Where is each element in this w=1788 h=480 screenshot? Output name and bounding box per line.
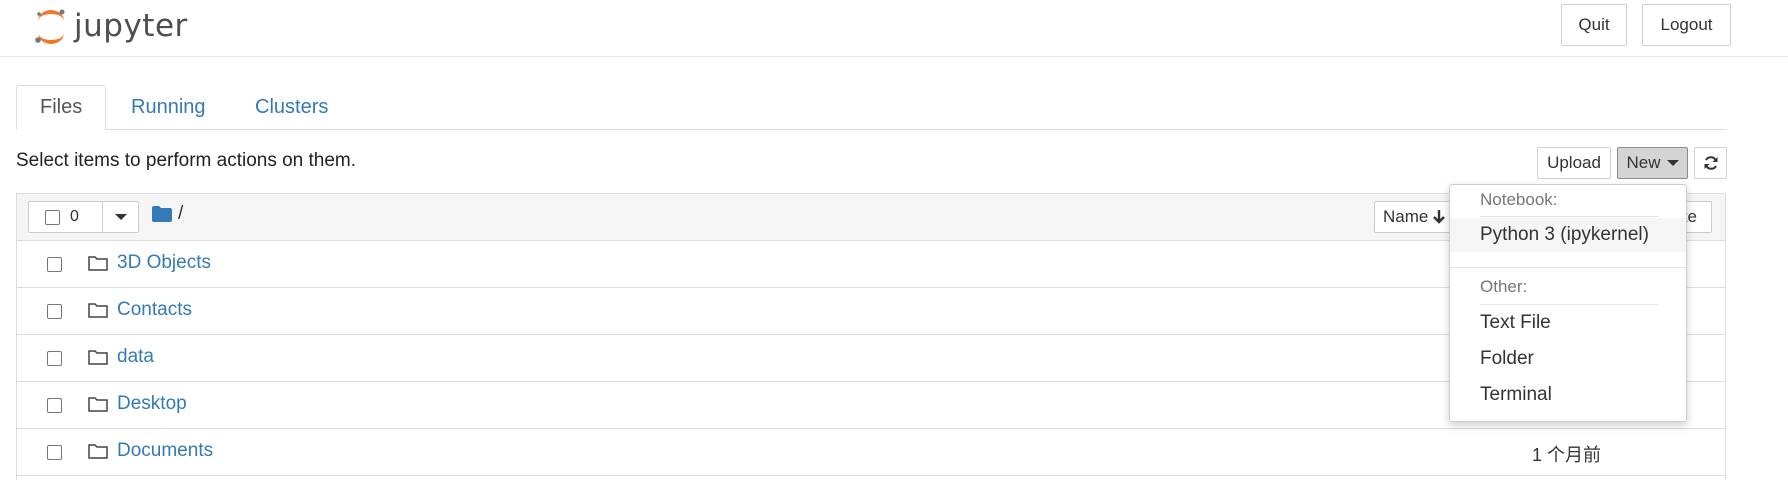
new-dropdown-menu: Notebook: Python 3 (ipykernel) Other: Te…: [1449, 184, 1687, 422]
jupyter-logo-icon: [35, 9, 65, 44]
item-checkbox[interactable]: [47, 257, 62, 272]
item-checkbox[interactable]: [47, 351, 62, 366]
tab-files[interactable]: Files: [16, 85, 107, 130]
folder-outline-icon: [88, 256, 108, 271]
item-name-link[interactable]: data: [117, 346, 154, 368]
select-all-toggle[interactable]: 0: [29, 202, 103, 232]
folder-outline-icon: [88, 303, 108, 318]
select-dropdown-button[interactable]: [103, 202, 138, 232]
menu-item-python3-kernel[interactable]: Python 3 (ipykernel): [1450, 218, 1686, 252]
selection-hint: Select items to perform actions on them.: [16, 150, 357, 171]
quit-button[interactable]: Quit: [1561, 4, 1627, 46]
menu-header-other: Other:: [1480, 277, 1528, 296]
refresh-button[interactable]: [1694, 147, 1727, 179]
tab-running[interactable]: Running: [108, 85, 229, 130]
item-name-link[interactable]: Documents: [117, 440, 213, 462]
new-button-label: New: [1626, 153, 1661, 172]
select-all-checkbox[interactable]: [45, 209, 60, 225]
list-item[interactable]: Documents 1 个月前: [16, 429, 1726, 476]
folder-icon[interactable]: [152, 206, 172, 227]
new-button[interactable]: New: [1617, 147, 1688, 179]
menu-item-text-file[interactable]: Text File: [1450, 306, 1686, 340]
folder-outline-icon: [88, 444, 108, 459]
item-name-link[interactable]: 3D Objects: [117, 252, 211, 274]
item-name-link[interactable]: Contacts: [117, 299, 192, 321]
menu-item-folder[interactable]: Folder: [1450, 342, 1686, 376]
item-checkbox[interactable]: [47, 398, 62, 413]
menu-header-underline: [1480, 304, 1658, 305]
breadcrumb-root[interactable]: /: [178, 203, 183, 225]
folder-outline-icon: [88, 397, 108, 412]
item-checkbox[interactable]: [47, 304, 62, 319]
logout-button[interactable]: Logout: [1642, 4, 1731, 46]
select-all-group[interactable]: 0: [28, 201, 139, 233]
folder-outline-icon: [88, 350, 108, 365]
sort-by-name-button[interactable]: Name: [1374, 201, 1456, 233]
item-modified: 1 个月前: [1532, 445, 1602, 465]
logo-text: jupyter: [74, 8, 188, 44]
refresh-icon: [1704, 156, 1717, 170]
menu-item-terminal[interactable]: Terminal: [1450, 378, 1686, 412]
selected-count: 0: [70, 208, 79, 225]
menu-header-notebook: Notebook:: [1480, 190, 1558, 209]
sort-name-label: Name: [1383, 207, 1429, 226]
sort-arrow-down-icon: [1433, 210, 1446, 224]
tab-clusters[interactable]: Clusters: [232, 85, 351, 130]
header-bar: [0, 0, 1788, 57]
upload-button[interactable]: Upload: [1537, 147, 1611, 179]
jupyter-logo[interactable]: jupyter: [34, 6, 188, 46]
caret-down-icon: [114, 214, 127, 220]
menu-header-underline: [1480, 216, 1658, 217]
item-name-link[interactable]: Desktop: [117, 393, 187, 415]
caret-down-icon: [1666, 160, 1679, 166]
menu-divider: [1450, 267, 1686, 268]
item-checkbox[interactable]: [47, 445, 62, 460]
